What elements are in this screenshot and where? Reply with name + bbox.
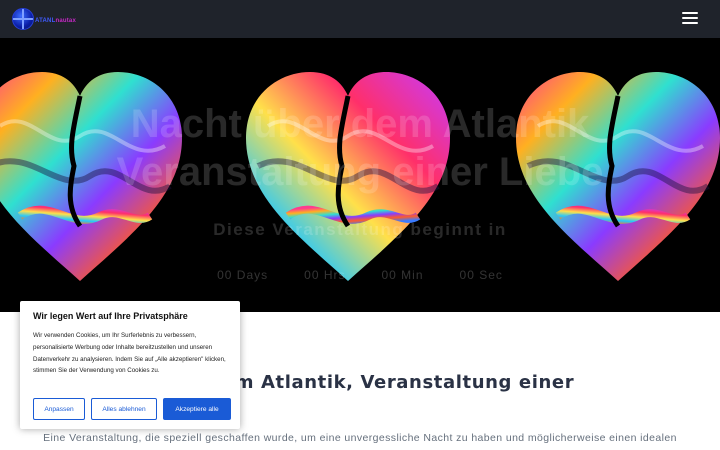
hero-title: Nacht über dem Atlantik Veranstaltung ei… xyxy=(0,100,720,196)
hamburger-menu-icon[interactable] xyxy=(682,12,698,26)
site-header: ATANLnautax xyxy=(0,0,720,38)
hamburger-line xyxy=(682,17,698,19)
customize-button[interactable]: Anpassen xyxy=(33,398,85,420)
logo-main-text: ATANL xyxy=(35,18,56,24)
hamburger-line xyxy=(682,22,698,24)
hero-banner: Nacht über dem Atlantik Veranstaltung ei… xyxy=(0,38,720,312)
cookie-consent-banner: Wir legen Wert auf Ihre Privatsphäre Wir… xyxy=(20,301,240,429)
logo-wordmark: ATANLnautax xyxy=(35,18,76,24)
hero-title-line: Veranstaltung einer Liebe xyxy=(116,150,604,194)
logo-accent-text: nautax xyxy=(55,18,76,24)
section-text: Eine Veranstaltung, die speziell geschaf… xyxy=(43,432,677,444)
countdown-timer: 00 Days 00 Hrs 00 Min 00 Sec xyxy=(0,268,720,282)
countdown-minutes: 00 Min xyxy=(381,268,424,282)
hero-subtitle: Diese Veranstaltung beginnt in xyxy=(213,220,507,239)
accept-all-button[interactable]: Akzeptiere alle xyxy=(163,398,231,420)
countdown-seconds: 00 Sec xyxy=(459,268,503,282)
hamburger-line xyxy=(682,12,698,14)
cookie-title: Wir legen Wert auf Ihre Privatsphäre xyxy=(33,311,188,321)
cookie-button-group: Anpassen Alles ablehnen Akzeptiere alle xyxy=(33,398,231,420)
cookie-description: Wir verwenden Cookies, um Ihr Surferlebn… xyxy=(33,332,226,375)
globe-logo-icon xyxy=(12,8,34,30)
site-logo[interactable]: ATANLnautax xyxy=(12,8,76,30)
countdown-hours: 00 Hrs xyxy=(304,268,346,282)
hero-title-line: Nacht über dem Atlantik xyxy=(130,102,590,146)
reject-all-button[interactable]: Alles ablehnen xyxy=(91,398,157,420)
countdown-days: 00 Days xyxy=(217,268,269,282)
